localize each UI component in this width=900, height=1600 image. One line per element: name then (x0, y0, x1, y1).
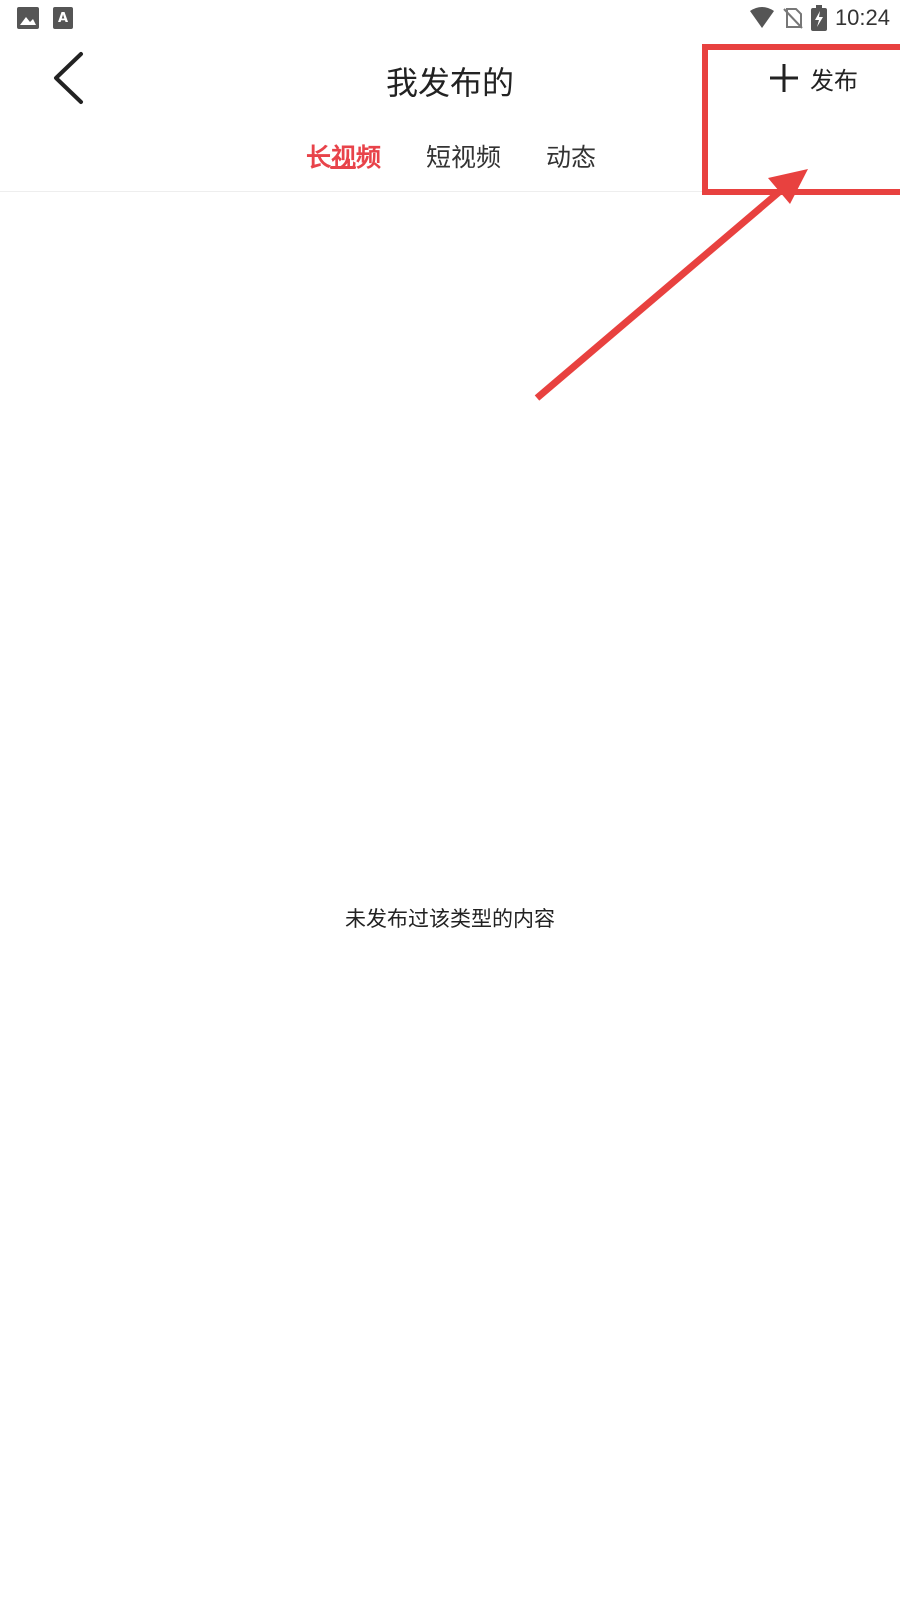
status-time: 10:24 (834, 5, 890, 30)
screen: A 10:24 我发布的 发布 长视频 短视频 动态 未发布过该类型的内容 (0, 0, 900, 1600)
battery-charging-icon (810, 5, 827, 31)
tab-indicator (330, 166, 356, 169)
empty-state-message: 未发布过该类型的内容 (345, 907, 555, 931)
status-right: 10:24 (741, 4, 890, 32)
wifi-icon (749, 7, 774, 28)
annotation-highlight-box (702, 44, 900, 195)
no-sim-icon (783, 8, 803, 29)
tab-moments[interactable]: 动态 (546, 138, 596, 178)
tab-short-video[interactable]: 短视频 (426, 138, 501, 178)
tab-long-video[interactable]: 长视频 (306, 138, 381, 178)
annotation-arrow (534, 169, 808, 401)
status-bar: A 10:24 (0, 0, 900, 36)
image-icon (17, 7, 39, 29)
svg-text:A: A (58, 11, 68, 26)
font-icon: A (53, 7, 73, 29)
